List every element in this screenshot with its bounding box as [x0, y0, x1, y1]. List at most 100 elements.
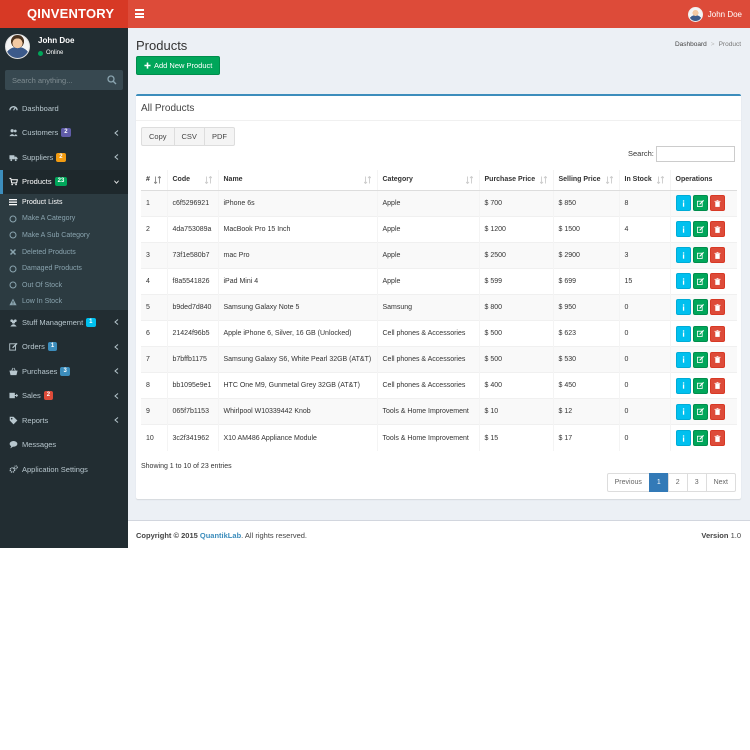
- sidebar-item-label: Application Settings: [22, 464, 88, 474]
- edit-button[interactable]: [692, 403, 708, 420]
- page-2-button[interactable]: 2: [667, 473, 688, 492]
- brand-link[interactable]: QuantikLab: [200, 531, 241, 540]
- view-button[interactable]: [675, 377, 691, 394]
- sidebar-item-orders[interactable]: Orders 1: [0, 335, 128, 360]
- copy-button[interactable]: Copy: [141, 127, 175, 146]
- column-header-selling-price[interactable]: Selling Price: [552, 170, 619, 191]
- column-header-purchase-price[interactable]: Purchase Price: [478, 170, 553, 191]
- info-icon: [682, 408, 684, 415]
- delete-button[interactable]: [709, 403, 725, 420]
- sidebar-item-label: Messages: [22, 440, 57, 450]
- edit-button[interactable]: [692, 299, 708, 316]
- delete-button[interactable]: [709, 430, 725, 447]
- column-header-code[interactable]: Code: [166, 170, 218, 191]
- add-new-product-label: Add New Product: [154, 61, 213, 70]
- edit-button[interactable]: [692, 273, 708, 290]
- sidebar-item-customers[interactable]: Customers 2: [0, 121, 128, 146]
- cell-index: 3: [141, 241, 167, 269]
- sidebar-toggle-icon[interactable]: [135, 9, 144, 18]
- view-button[interactable]: [675, 403, 691, 420]
- submenu-item-damaged-products[interactable]: Damaged Products: [0, 260, 128, 277]
- delete-button[interactable]: [709, 195, 725, 212]
- view-button[interactable]: [675, 430, 691, 447]
- column-header-name[interactable]: Name: [217, 170, 377, 191]
- delete-button[interactable]: [709, 325, 725, 342]
- cell-operations: [669, 293, 737, 321]
- delete-button[interactable]: [709, 221, 725, 238]
- sidebar-search-input[interactable]: [5, 75, 105, 85]
- breadcrumb-dashboard-link[interactable]: Dashboard: [675, 41, 707, 48]
- column-header-category[interactable]: Category: [376, 170, 479, 191]
- sidebar-item-suppliers[interactable]: Suppliers 2: [0, 145, 128, 170]
- table-search-input[interactable]: [656, 146, 735, 162]
- sidebar-item-stuff-management[interactable]: Stuff Management 1: [0, 310, 128, 335]
- submenu-item-make-sub-category[interactable]: Make A Sub Category: [0, 227, 128, 244]
- edit-button[interactable]: [692, 325, 708, 342]
- submenu-item-out-of-stock[interactable]: Out Of Stock: [0, 277, 128, 294]
- edit-button[interactable]: [692, 351, 708, 368]
- table-header-row: # Code Name Category Purchase Price Selling P…: [141, 170, 737, 191]
- column-header-in-stock[interactable]: In Stock: [618, 170, 670, 191]
- submenu-item-make-category[interactable]: Make A Category: [0, 211, 128, 228]
- user-group-icon: [8, 317, 18, 327]
- pdf-button[interactable]: PDF: [203, 127, 235, 146]
- cell-index: 9: [141, 398, 167, 425]
- search-icon[interactable]: [107, 75, 117, 85]
- column-header-index[interactable]: #: [141, 170, 167, 191]
- sidebar-item-reports[interactable]: Reports: [0, 408, 128, 433]
- view-button[interactable]: [675, 195, 691, 212]
- submenu-item-product-lists[interactable]: Product Lists: [0, 194, 128, 211]
- sidebar-menu: Dashboard Customers 2 Suppliers 2 Produc…: [0, 96, 128, 482]
- edit-icon: [696, 382, 704, 390]
- view-button[interactable]: [675, 247, 691, 264]
- version-label: Version: [701, 531, 729, 540]
- sidebar-item-products[interactable]: Products 23: [0, 169, 128, 194]
- delete-button[interactable]: [709, 247, 725, 264]
- sidebar-item-label: Dashboard: [22, 103, 59, 113]
- trash-icon: [714, 408, 720, 416]
- page-1-button[interactable]: 1: [648, 473, 669, 492]
- chevron-down-icon: [114, 179, 119, 184]
- sidebar-item-sales[interactable]: Sales 2: [0, 384, 128, 409]
- view-button[interactable]: [675, 299, 691, 316]
- add-new-product-button[interactable]: Add New Product: [136, 56, 221, 75]
- edit-button[interactable]: [692, 195, 708, 212]
- edit-button[interactable]: [692, 377, 708, 394]
- edit-button[interactable]: [692, 221, 708, 238]
- sidebar-item-purchases[interactable]: Purchases 3: [0, 359, 128, 384]
- breadcrumb-separator: >: [710, 41, 715, 48]
- submenu-item-deleted-products[interactable]: Deleted Products: [0, 244, 128, 261]
- sidebar-item-messages[interactable]: Messages: [0, 433, 128, 458]
- edit-button[interactable]: [692, 430, 708, 447]
- previous-page-button[interactable]: Previous: [606, 473, 650, 492]
- sidebar-item-label: Sales: [22, 391, 41, 401]
- info-icon: [682, 278, 684, 285]
- delete-button[interactable]: [709, 299, 725, 316]
- cell-purchase-price: $ 1200: [478, 215, 553, 243]
- purchases-count-badge: 3: [60, 366, 70, 376]
- footer: Copyright © 2015 QuantikLab. All rights …: [128, 520, 750, 548]
- cell-in-stock: 8: [618, 189, 670, 217]
- cell-name: iPad Mini 4: [217, 267, 377, 295]
- edit-button[interactable]: [692, 247, 708, 264]
- sidebar-item-dashboard[interactable]: Dashboard: [0, 96, 128, 121]
- view-button[interactable]: [675, 221, 691, 238]
- sidebar-item-application-settings[interactable]: Application Settings: [0, 457, 128, 482]
- cell-name: Samsung Galaxy S6, White Pearl 32GB (AT&…: [217, 346, 377, 373]
- view-button[interactable]: [675, 325, 691, 342]
- cell-selling-price: $ 450: [552, 372, 619, 399]
- delete-button[interactable]: [709, 351, 725, 368]
- view-button[interactable]: [675, 351, 691, 368]
- trash-icon: [714, 225, 720, 233]
- submenu-item-low-in-stock[interactable]: Low In Stock: [0, 294, 128, 311]
- delete-button[interactable]: [709, 377, 725, 394]
- view-button[interactable]: [675, 273, 691, 290]
- next-page-button[interactable]: Next: [705, 473, 736, 492]
- circle-icon: [9, 215, 17, 223]
- page-3-button[interactable]: 3: [686, 473, 707, 492]
- app-logo[interactable]: QINVENTORY: [0, 0, 128, 28]
- csv-button[interactable]: CSV: [173, 127, 205, 146]
- edit-icon: [696, 225, 704, 233]
- delete-button[interactable]: [709, 273, 725, 290]
- user-menu[interactable]: John Doe: [687, 0, 742, 28]
